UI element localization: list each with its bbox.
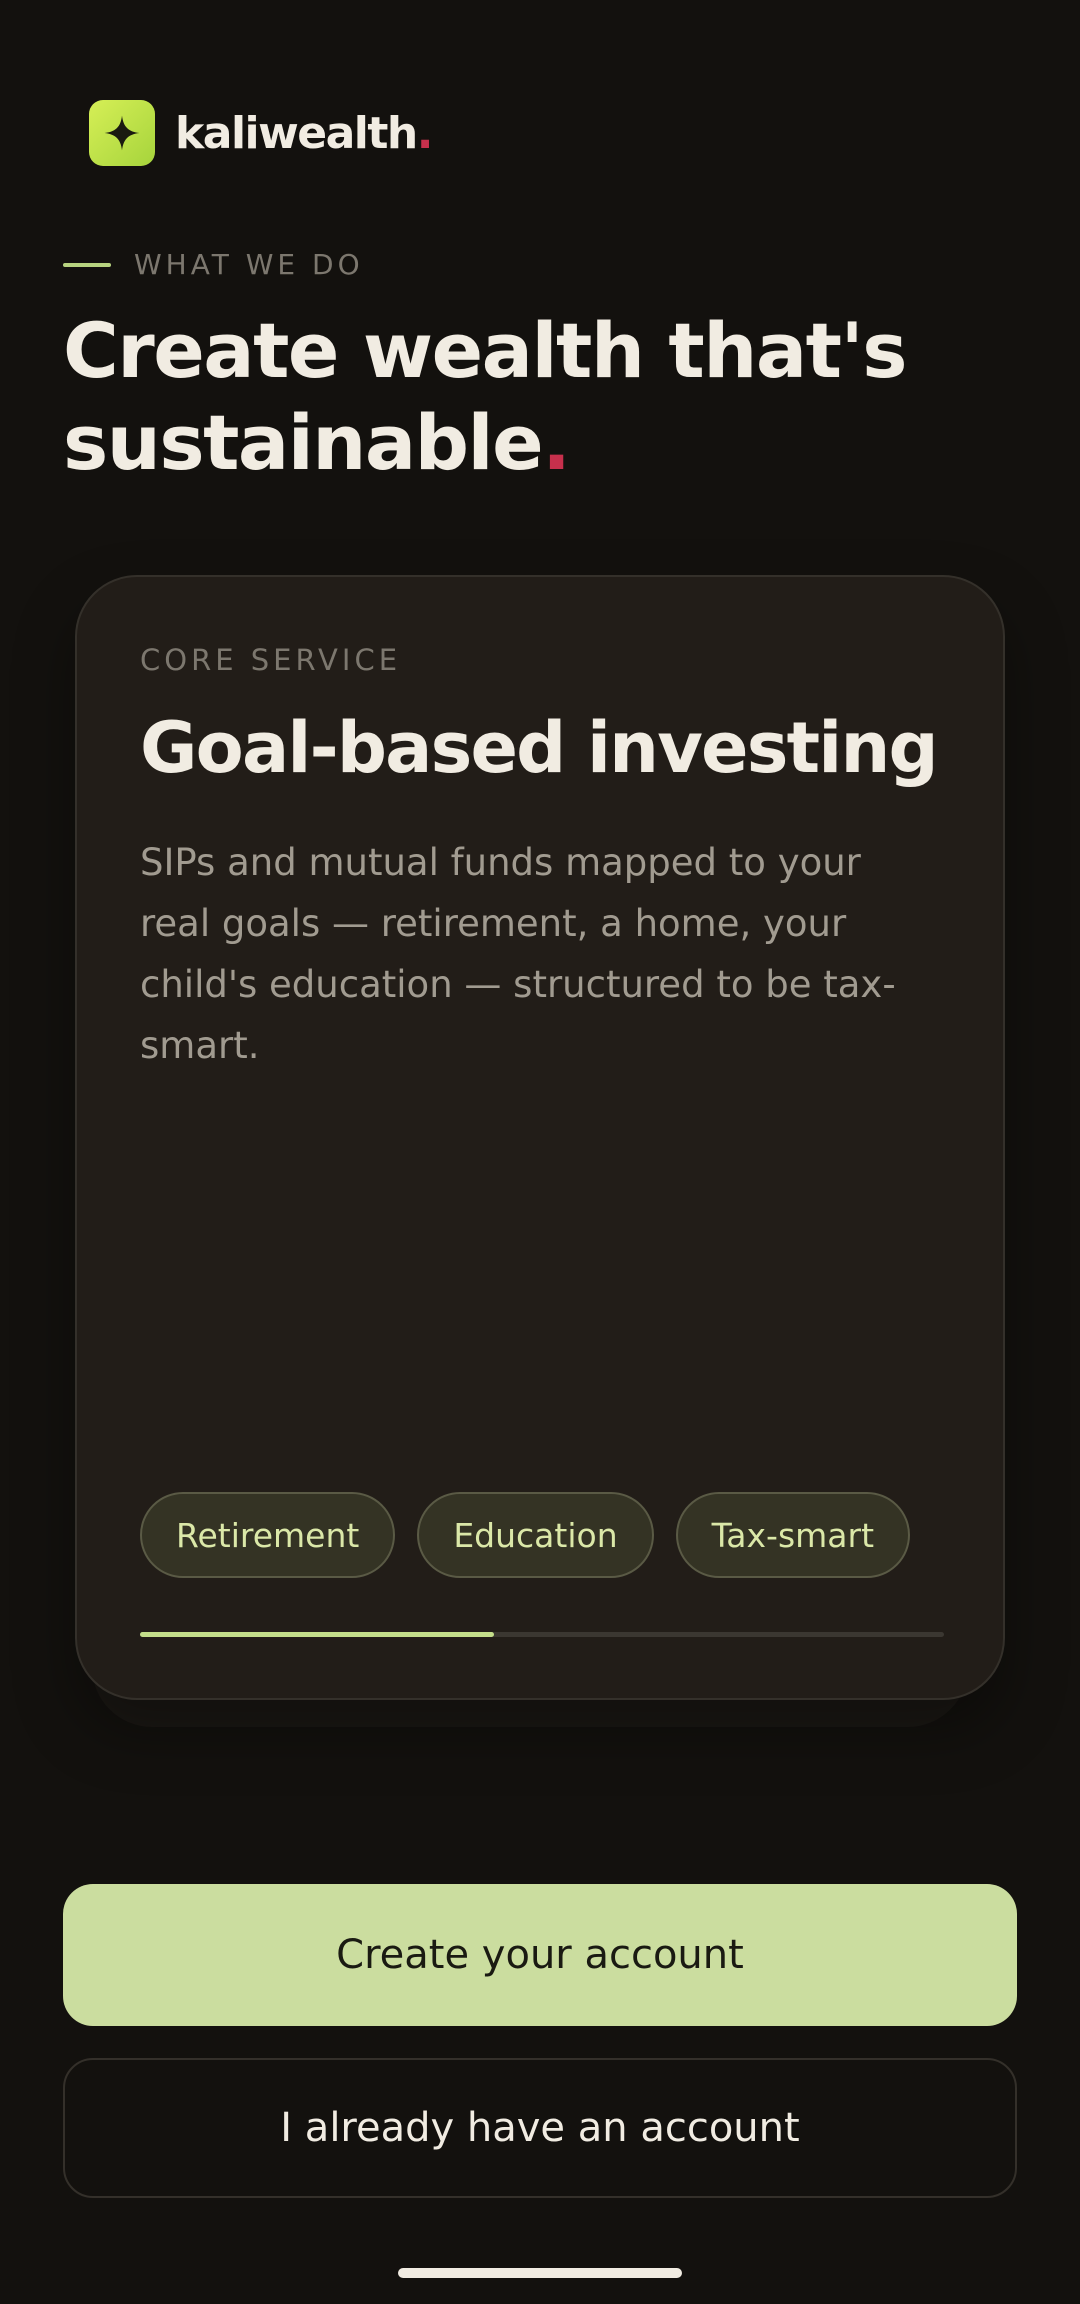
sparkle-icon — [89, 100, 155, 166]
service-card[interactable]: CORE SERVICE Goal-based investing SIPs a… — [75, 575, 1005, 1700]
tag-education: Education — [417, 1492, 654, 1578]
tag-list: Retirement Education Tax-smart — [140, 1492, 911, 1578]
carousel-progress-fill — [140, 1632, 494, 1637]
card-description: SIPs and mutual funds mapped to your rea… — [140, 841, 896, 1067]
brand-logo: kaliwealth. — [89, 100, 434, 166]
sign-in-button[interactable]: I already have an account — [63, 2058, 1017, 2198]
card-title: Goal-based investing — [140, 707, 939, 789]
section-eyebrow: WHAT WE DO — [63, 248, 364, 281]
card-eyebrow: CORE SERVICE — [140, 643, 402, 677]
brand-dot: . — [416, 107, 434, 159]
tag-tax-smart: Tax-smart — [675, 1492, 911, 1578]
title-dot: . — [542, 398, 571, 487]
eyebrow-label: WHAT WE DO — [134, 248, 364, 281]
tag-retirement: Retirement — [140, 1492, 396, 1578]
home-indicator — [398, 2268, 682, 2278]
page-title: Create wealth that's sustainable. — [63, 306, 907, 487]
brand-name: kaliwealth. — [175, 107, 434, 159]
create-account-button[interactable]: Create your account — [63, 1884, 1017, 2026]
carousel-progress — [140, 1632, 944, 1637]
eyebrow-line — [63, 262, 111, 267]
